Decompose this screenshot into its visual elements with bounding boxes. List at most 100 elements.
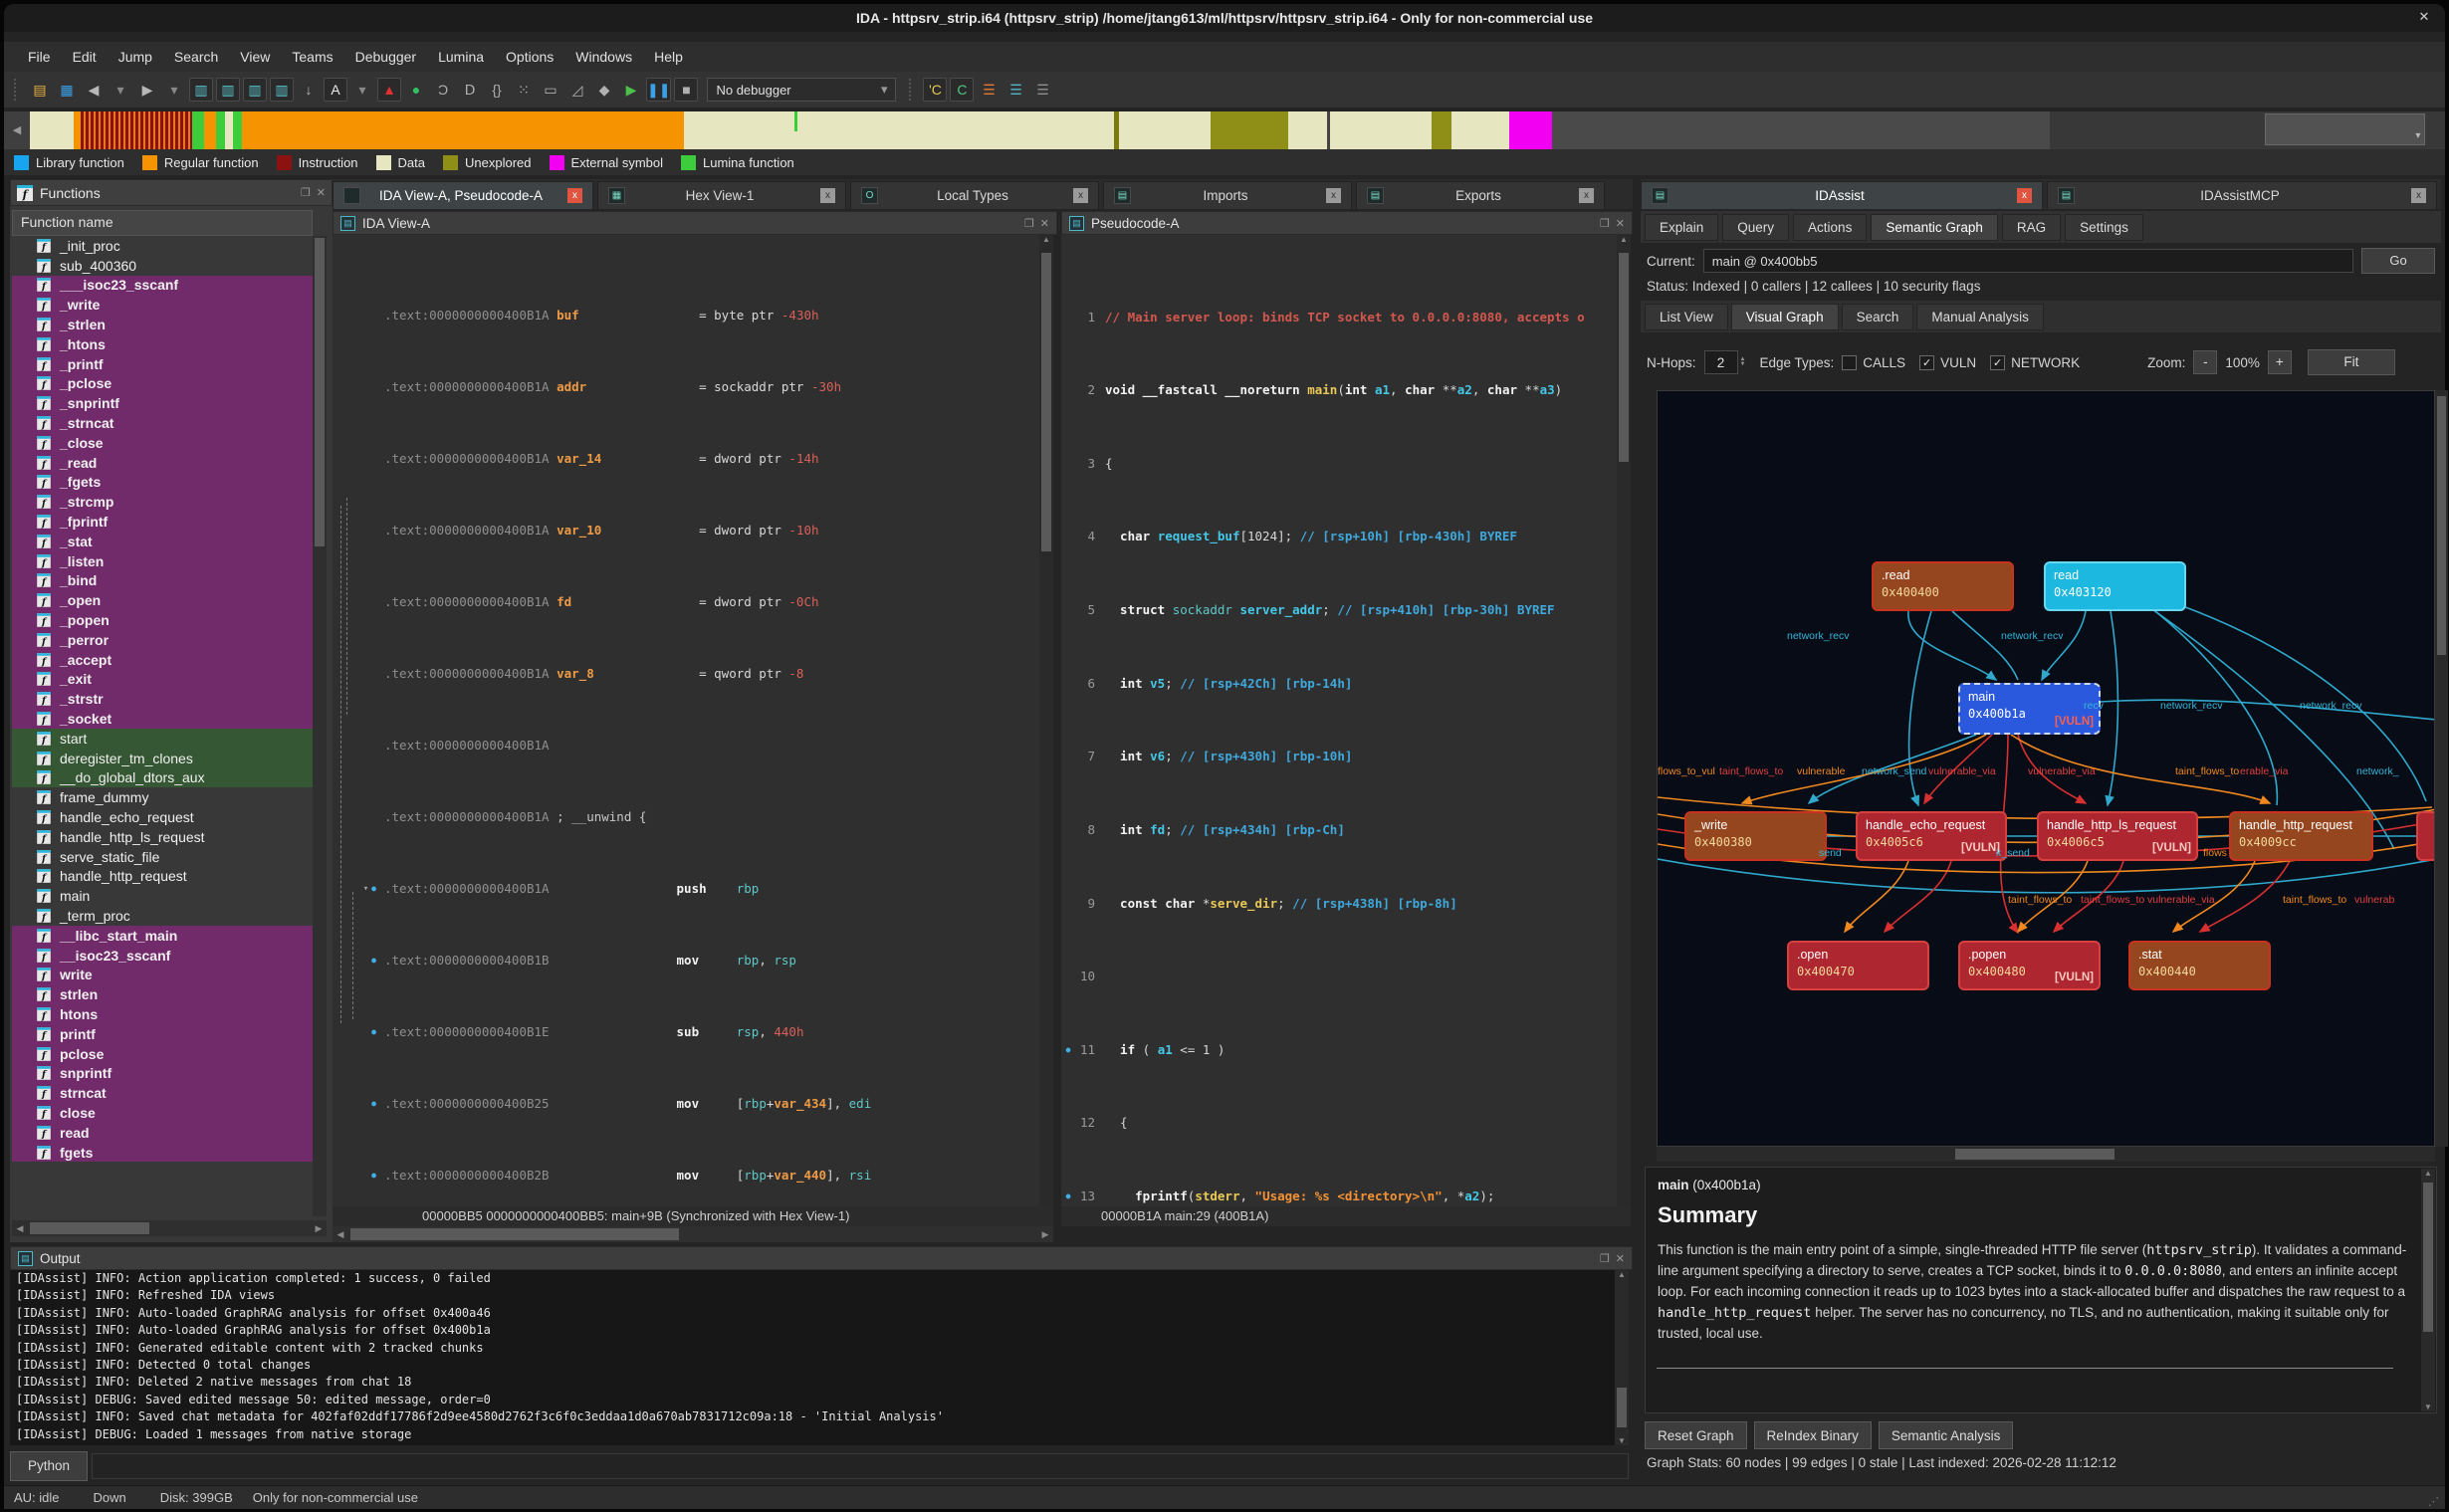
disassembly-line[interactable]: ▾● .text:0000000000400B2B mov [rbp+var_4… (333, 1167, 1039, 1185)
function-list-item[interactable]: f _exit (12, 670, 313, 690)
toolbar-icon[interactable]: A (324, 78, 347, 102)
navband-segment[interactable] (1211, 111, 1288, 149)
graph-node[interactable]: .stat 0x400440 (2128, 941, 2271, 990)
disassembly-view[interactable]: ▾● .text:0000000000400B1A buf = byte ptr… (333, 235, 1039, 1206)
graph-node[interactable]: read 0x403120 (2044, 561, 2186, 611)
toolbar-icon[interactable]: ⁙ (512, 78, 536, 102)
python-console-button[interactable]: Python (10, 1451, 88, 1481)
function-list-item[interactable]: f _socket (12, 709, 313, 729)
document-tab[interactable]: ▤ Imports x (1103, 181, 1352, 209)
graph-node[interactable]: main 0x400b1a [VULN] (1958, 683, 2101, 735)
action-button[interactable]: Semantic Analysis (1879, 1421, 2014, 1449)
function-list-item[interactable]: f ___isoc23_sscanf (12, 276, 313, 296)
disassembly-horizontal-scrollbar[interactable]: ◀▶ (333, 1226, 1053, 1242)
document-tab[interactable]: ▤ Exports x (1356, 181, 1605, 209)
toolbar-icon[interactable]: ▾ (162, 78, 186, 102)
graph-vertical-scrollbar[interactable] (2435, 390, 2448, 1147)
toolbar-icon[interactable]: ▥ (216, 78, 240, 102)
graph-node[interactable]: handle_echo_request 0x4005c6 [VULN] (1856, 811, 2007, 861)
debugger-select[interactable]: No debugger ▾ (707, 78, 896, 102)
function-list-item[interactable]: f __do_global_dtors_aux (12, 768, 313, 788)
document-tab[interactable]: ▦ Hex View-1 x (597, 181, 846, 209)
toolbar-icon[interactable]: ▶ (135, 78, 159, 102)
tab-close-icon[interactable]: x (1073, 188, 1088, 203)
disassembly-line[interactable]: ▾● .text:0000000000400B1B mov rbp, rsp (333, 952, 1039, 970)
tab-idassistmcp[interactable]: ▤ IDAssistMCP x (2047, 181, 2437, 209)
toolbar-icon[interactable]: ❚❚ (646, 78, 671, 102)
current-function-input[interactable]: main @ 0x400bb5 (1703, 249, 2353, 273)
function-list-item[interactable]: f _fgets (12, 473, 313, 493)
navband-segment[interactable] (1119, 111, 1211, 149)
disassembly-line[interactable]: ▾● .text:0000000000400B1A addr = sockadd… (333, 378, 1039, 396)
restore-icon[interactable]: ❐ (301, 186, 311, 199)
menu-item[interactable]: Windows (565, 46, 642, 68)
toolbar-icon[interactable]: {} (485, 78, 509, 102)
fit-button[interactable]: Fit (2308, 349, 2395, 375)
graph-view-tab[interactable]: List View (1645, 304, 1728, 330)
idassist-mode-tab[interactable]: Query (1722, 214, 1789, 241)
document-tab[interactable]: IDA View-A, Pseudocode-A x (333, 181, 593, 209)
navband-range-control[interactable]: ▾ (2265, 113, 2426, 145)
disassembly-line[interactable]: ▾● .text:0000000000400B1A push rbp (333, 880, 1039, 898)
pseudocode-line[interactable]: ● 9 const char *serve_dir; // [rsp+438h]… (1061, 895, 1617, 913)
pseudocode-line[interactable]: ● 8 int fd; // [rsp+434h] [rbp-Ch] (1061, 821, 1617, 839)
function-list-item[interactable]: f start (12, 729, 313, 749)
function-list-item[interactable]: f main (12, 886, 313, 906)
function-list-item[interactable]: f _strncat (12, 413, 313, 433)
function-list-item[interactable]: f frame_dummy (12, 787, 313, 807)
function-list-item[interactable]: f close (12, 1103, 313, 1123)
toolbar-icon[interactable]: ■ (674, 78, 698, 102)
idassist-mode-tab[interactable]: Semantic Graph (1871, 214, 1998, 241)
navband-segment[interactable] (1288, 111, 1327, 149)
function-list-item[interactable]: f _close (12, 433, 313, 453)
toolbar-icon[interactable]: ◀ (82, 78, 106, 102)
toolbar-icon[interactable]: Ɔ (431, 78, 455, 102)
pseudocode-view[interactable]: ● 1 // Main server loop: binds TCP socke… (1061, 235, 1617, 1206)
functions-vertical-scrollbar[interactable] (313, 236, 327, 1216)
tab-close-icon[interactable]: x (567, 188, 582, 203)
function-list-item[interactable]: f _pclose (12, 374, 313, 394)
document-tab[interactable]: O Local Types x (850, 181, 1099, 209)
graph-horizontal-scrollbar[interactable] (1657, 1147, 2435, 1162)
function-list-item[interactable]: f _init_proc (12, 236, 313, 256)
navband-segment[interactable] (1330, 111, 1432, 149)
functions-horizontal-scrollbar[interactable]: ◀▶ (12, 1220, 327, 1236)
function-list-item[interactable]: f _bind (12, 571, 313, 591)
function-name-column-header[interactable]: Function name (12, 210, 313, 236)
checkbox-icon[interactable] (1842, 355, 1857, 370)
disassembly-line[interactable]: ▾● .text:0000000000400B1A buf = byte ptr… (333, 307, 1039, 324)
graph-node[interactable]: .read 0x400400 (1872, 561, 2014, 611)
graph-node[interactable]: _write 0x400380 (1684, 811, 1827, 861)
edge-type-checkbox[interactable]: ✓ NETWORK (1990, 355, 2080, 370)
toolbar-icon[interactable]: ◿ (565, 78, 589, 102)
function-list-item[interactable]: f sub_400360 (12, 256, 313, 276)
summary-scrollbar[interactable]: ▲▼ (2421, 1169, 2435, 1411)
pseudocode-header[interactable]: ▤ Pseudocode-A ❐✕ (1061, 211, 1633, 235)
idassist-mode-tab[interactable]: RAG (2002, 214, 2061, 241)
toolbar-icon[interactable]: ▦ (55, 78, 79, 102)
close-icon[interactable]: ✕ (1616, 217, 1625, 230)
pseudocode-line[interactable]: ● 12 { (1061, 1114, 1617, 1132)
toolbar-icon[interactable]: ▤ (28, 78, 52, 102)
navband-segment[interactable] (1509, 111, 1553, 149)
function-list-item[interactable]: f serve_static_file (12, 847, 313, 867)
function-list-item[interactable]: f _listen (12, 551, 313, 571)
navband-segment[interactable] (1552, 111, 2050, 149)
pseudocode-line[interactable]: ● 10 (1061, 968, 1617, 985)
disassembly-line[interactable]: ▾● .text:0000000000400B1A var_10 = dword… (333, 522, 1039, 540)
toolbar-icon[interactable]: ◆ (592, 78, 616, 102)
function-list-item[interactable]: f _read (12, 453, 313, 473)
function-list-item[interactable]: f pclose (12, 1044, 313, 1064)
menu-item[interactable]: Teams (282, 46, 342, 68)
ida-view-header[interactable]: ▤ IDA View-A ❐✕ (333, 211, 1057, 235)
pseudocode-line[interactable]: ● 11 if ( a1 <= 1 ) (1061, 1041, 1617, 1059)
navband-segment[interactable] (233, 111, 243, 149)
pseudocode-line[interactable]: ● 4 char request_buf[1024]; // [rsp+10h]… (1061, 528, 1617, 545)
functions-panel-header[interactable]: f Functions ❐✕ (10, 179, 333, 206)
output-panel-header[interactable]: ▤ Output ❐✕ (10, 1246, 1633, 1270)
function-list-item[interactable]: f _strlen (12, 315, 313, 334)
idassist-mode-tab[interactable]: Explain (1645, 214, 1718, 241)
navband-segment[interactable] (30, 111, 74, 149)
function-list-item[interactable]: f read (12, 1123, 313, 1143)
edge-type-checkbox[interactable]: ✓ VULN (1919, 355, 1976, 370)
